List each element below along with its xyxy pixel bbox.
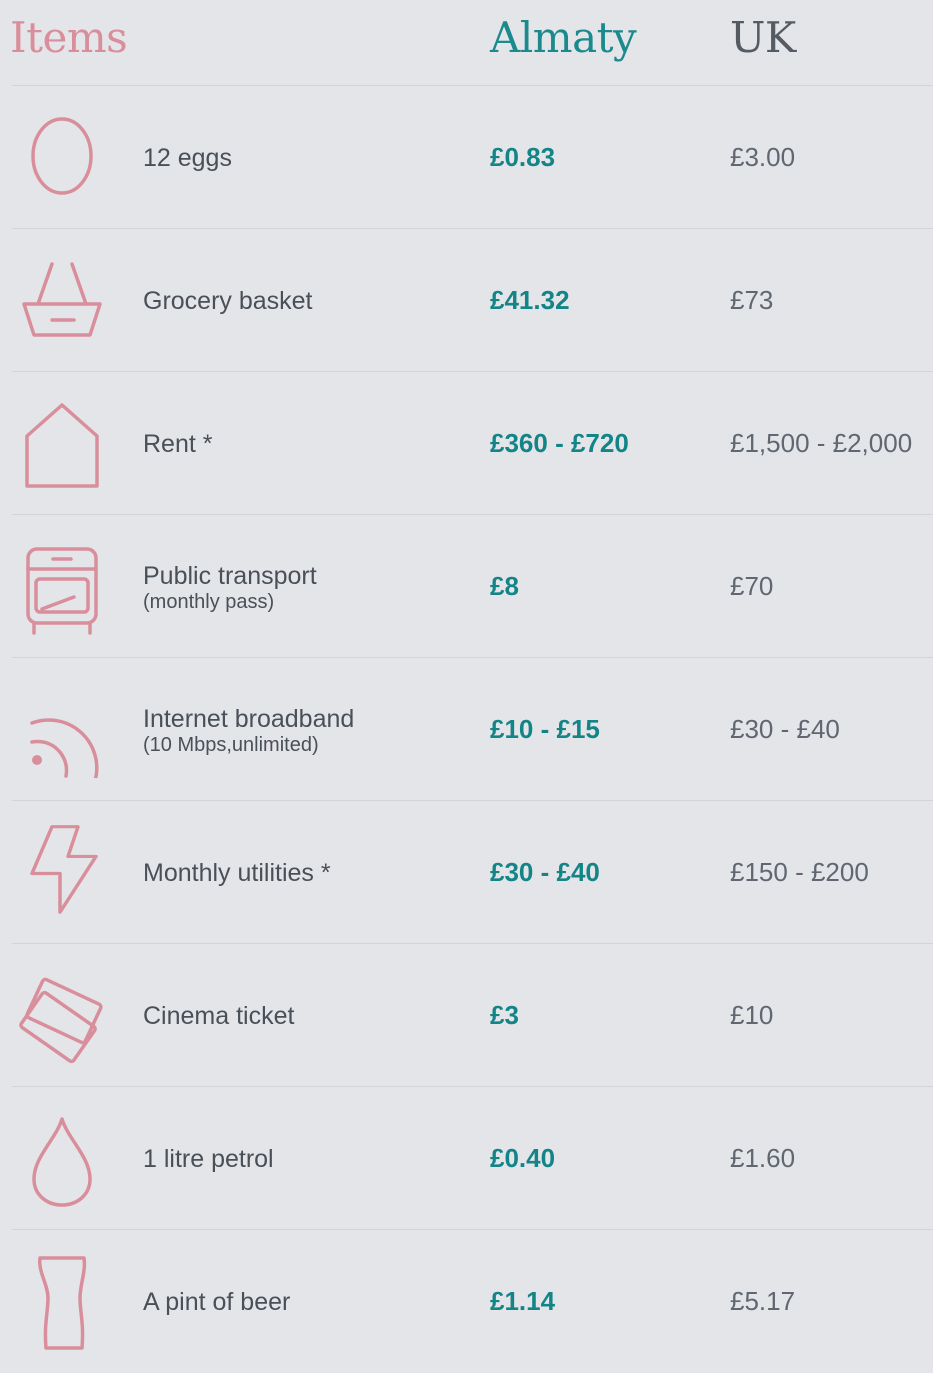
price-uk: £1,500 - £2,000 [730,428,913,458]
item-label: Grocery basket [143,229,313,372]
item-name: Monthly utilities * [143,858,331,887]
item-label: Cinema ticket [143,944,294,1087]
price-almaty: £30 - £40 [490,857,600,887]
basket-icon [18,249,106,349]
price-almaty: £10 - £15 [490,714,600,744]
item-name: Rent * [143,429,213,458]
item-name: 1 litre petrol [143,1144,274,1173]
table-row: 1 litre petrol £0.40 £1.60 [0,1087,933,1230]
price-almaty: £8 [490,571,519,601]
table-row: Rent * £360 - £720 £1,500 - £2,000 [0,372,933,515]
item-label: A pint of beer [143,1230,290,1373]
item-name: A pint of beer [143,1287,291,1316]
column-header-items: Items [10,13,128,62]
item-label: Internet broadband (10 Mbps,unlimited) [143,658,354,801]
price-almaty: £0.40 [490,1143,556,1173]
column-header-uk: UK [730,13,796,62]
price-uk: £30 - £40 [730,714,840,744]
price-almaty: £41.32 [490,285,570,315]
price-uk: £3.00 [730,142,796,172]
price-almaty: £360 - £720 [490,428,629,458]
item-subtitle: (monthly pass) [143,590,275,613]
item-label: Monthly utilities * [143,801,331,944]
item-name: 12 eggs [143,143,232,172]
price-almaty: £3 [490,1000,519,1030]
item-label: 1 litre petrol [143,1087,274,1230]
price-almaty: £0.83 [490,142,556,172]
price-uk: £150 - £200 [730,857,869,887]
price-uk: £73 [730,285,774,315]
house-icon [18,392,106,492]
item-subtitle: (10 Mbps,unlimited) [143,733,319,756]
item-label: Public transport (monthly pass) [143,515,317,658]
pint-icon [18,1250,106,1350]
item-label: 12 eggs [143,86,232,229]
lightning-icon [18,821,106,921]
table-row: A pint of beer £1.14 £5.17 [0,1230,933,1373]
bus-icon [18,535,106,635]
item-label: Rent * [143,372,212,515]
table-row: 12 eggs £0.83 £3.00 [0,86,933,229]
item-name: Internet broadband [143,704,355,733]
table-header: Items Almaty UK [0,0,933,86]
wifi-icon [18,678,106,778]
item-name: Cinema ticket [143,1001,295,1030]
price-uk: £70 [730,571,774,601]
table-row: Monthly utilities * £30 - £40 £150 - £20… [0,801,933,944]
table-row: Internet broadband (10 Mbps,unlimited) £… [0,658,933,801]
egg-icon [18,106,106,206]
price-uk: £10 [730,1000,774,1030]
price-almaty: £1.14 [490,1286,556,1316]
price-uk: £1.60 [730,1143,796,1173]
drop-icon [18,1107,106,1207]
table-row: Grocery basket £41.32 £73 [0,229,933,372]
item-name: Public transport [143,561,317,590]
column-header-almaty: Almaty [490,13,637,62]
item-name: Grocery basket [143,286,313,315]
price-uk: £5.17 [730,1286,796,1316]
table-row: Cinema ticket £3 £10 [0,944,933,1087]
ticket-icon [18,964,106,1064]
table-row: Public transport (monthly pass) £8 £70 [0,515,933,658]
